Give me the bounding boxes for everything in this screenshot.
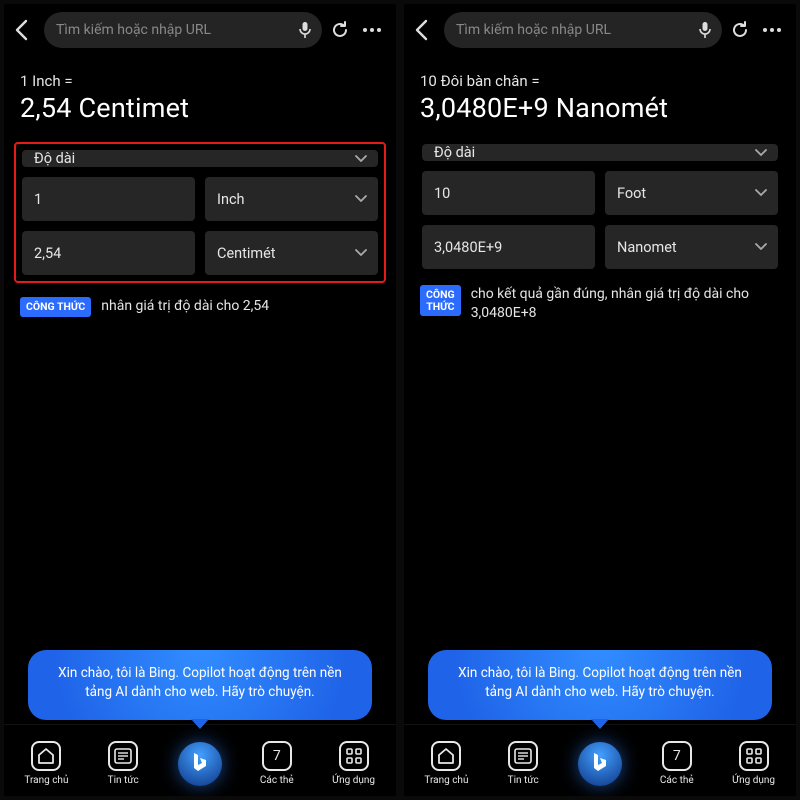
formula-row: CÔNG THỨC cho kết quả gần đúng, nhân giá…	[420, 285, 780, 323]
to-unit: Nanomet	[617, 239, 677, 256]
search-input[interactable]: Tìm kiếm hoặc nhập URL	[44, 12, 322, 48]
home-icon	[431, 741, 461, 771]
nav-tabs[interactable]: 7 Các thẻ	[238, 741, 315, 786]
chevron-down-icon	[354, 248, 368, 258]
back-button[interactable]	[14, 19, 36, 41]
to-value: 2,54	[34, 245, 61, 262]
from-value: 10	[434, 185, 450, 202]
nav-label: Các thẻ	[660, 775, 694, 786]
nav-label: Ứng dụng	[732, 775, 775, 786]
reload-button[interactable]	[330, 20, 354, 40]
from-value-input[interactable]: 10	[422, 171, 595, 215]
topbar: Tìm kiếm hoặc nhập URL	[4, 4, 396, 56]
formula-badge: CÔNG THỨC	[420, 285, 461, 316]
nav-home[interactable]: Trang chủ	[408, 741, 485, 786]
conversion-heading: 10 Đôi bàn chân =	[420, 72, 780, 90]
nav-label: Ứng dụng	[332, 775, 375, 786]
phone-right: Tìm kiếm hoặc nhập URL 10 Đôi bàn chân =…	[404, 4, 796, 796]
bing-icon	[578, 742, 622, 786]
news-icon	[108, 741, 138, 771]
mic-icon[interactable]	[698, 21, 712, 39]
nav-label: Các thẻ	[260, 775, 294, 786]
copilot-chat-bubble[interactable]: Xin chào, tôi là Bing. Copilot hoạt động…	[428, 650, 772, 720]
topbar: Tìm kiếm hoặc nhập URL	[404, 4, 796, 56]
formula-text: nhân giá trị độ dài cho 2,54	[101, 297, 380, 316]
to-value: 3,0480E+9	[434, 239, 502, 256]
bing-icon	[178, 742, 222, 786]
category-label: Độ dài	[434, 144, 475, 161]
reload-button[interactable]	[730, 20, 754, 40]
from-value: 1	[34, 191, 42, 208]
search-placeholder: Tìm kiếm hoặc nhập URL	[56, 22, 211, 38]
chevron-down-icon	[754, 242, 768, 252]
copilot-chat-bubble[interactable]: Xin chào, tôi là Bing. Copilot hoạt động…	[28, 650, 372, 720]
tab-count: 7	[673, 748, 681, 764]
nav-news[interactable]: Tin tức	[85, 741, 162, 786]
to-value-input[interactable]: 3,0480E+9	[422, 225, 595, 269]
mic-icon[interactable]	[298, 21, 312, 39]
converter-controls: Độ dài 1 Inch 2,54 Centimét	[14, 142, 386, 283]
search-placeholder: Tìm kiếm hoặc nhập URL	[456, 22, 611, 38]
conversion-result: 2,54 Centimet	[20, 92, 380, 124]
from-unit-select[interactable]: Foot	[605, 171, 778, 215]
bottom-nav: Trang chủ Tin tức 7 Các thẻ Ứng dụng	[4, 724, 396, 796]
from-unit: Foot	[617, 185, 646, 202]
more-button[interactable]	[362, 27, 386, 33]
home-icon	[31, 741, 61, 771]
category-select[interactable]: Độ dài	[422, 144, 778, 161]
nav-apps[interactable]: Ứng dụng	[315, 741, 392, 786]
more-button[interactable]	[762, 27, 786, 33]
nav-label: Trang chủ	[24, 775, 68, 786]
formula-row: CÔNG THỨC nhân giá trị độ dài cho 2,54	[20, 297, 380, 317]
converter-controls: Độ dài 10 Foot 3,0480E+9 Nanomet	[420, 142, 780, 271]
tab-count: 7	[273, 748, 281, 764]
category-select[interactable]: Độ dài	[22, 150, 378, 167]
to-value-input[interactable]: 2,54	[22, 231, 195, 275]
chevron-down-icon	[354, 154, 368, 164]
tabs-icon: 7	[262, 741, 292, 771]
formula-text: cho kết quả gần đúng, nhân giá trị độ dà…	[471, 285, 780, 323]
nav-bing-copilot[interactable]	[562, 754, 639, 786]
chevron-down-icon	[754, 188, 768, 198]
from-unit-select[interactable]: Inch	[205, 177, 378, 221]
apps-icon	[339, 741, 369, 771]
chevron-down-icon	[754, 148, 768, 158]
content-area: 10 Đôi bàn chân = 3,0480E+9 Nanomét Độ d…	[404, 56, 796, 724]
search-input[interactable]: Tìm kiếm hoặc nhập URL	[444, 12, 722, 48]
bottom-nav: Trang chủ Tin tức 7 Các thẻ Ứng dụng	[404, 724, 796, 796]
nav-label: Trang chủ	[424, 775, 468, 786]
nav-bing-copilot[interactable]	[162, 754, 239, 786]
nav-label: Tin tức	[508, 775, 539, 786]
nav-label: Tin tức	[108, 775, 139, 786]
apps-icon	[739, 741, 769, 771]
tabs-icon: 7	[662, 741, 692, 771]
nav-tabs[interactable]: 7 Các thẻ	[638, 741, 715, 786]
nav-home[interactable]: Trang chủ	[8, 741, 85, 786]
to-unit: Centimét	[217, 245, 276, 262]
nav-news[interactable]: Tin tức	[485, 741, 562, 786]
news-icon	[508, 741, 538, 771]
from-unit: Inch	[217, 191, 245, 208]
phone-left: Tìm kiếm hoặc nhập URL 1 Inch = 2,54 Cen…	[4, 4, 396, 796]
chevron-down-icon	[354, 194, 368, 204]
from-value-input[interactable]: 1	[22, 177, 195, 221]
category-label: Độ dài	[34, 150, 75, 167]
content-area: 1 Inch = 2,54 Centimet Độ dài 1 Inch 2,5…	[4, 56, 396, 724]
to-unit-select[interactable]: Centimét	[205, 231, 378, 275]
to-unit-select[interactable]: Nanomet	[605, 225, 778, 269]
conversion-heading: 1 Inch =	[20, 72, 380, 90]
nav-apps[interactable]: Ứng dụng	[715, 741, 792, 786]
formula-badge: CÔNG THỨC	[20, 297, 91, 317]
conversion-result: 3,0480E+9 Nanomét	[420, 92, 780, 124]
back-button[interactable]	[414, 19, 436, 41]
